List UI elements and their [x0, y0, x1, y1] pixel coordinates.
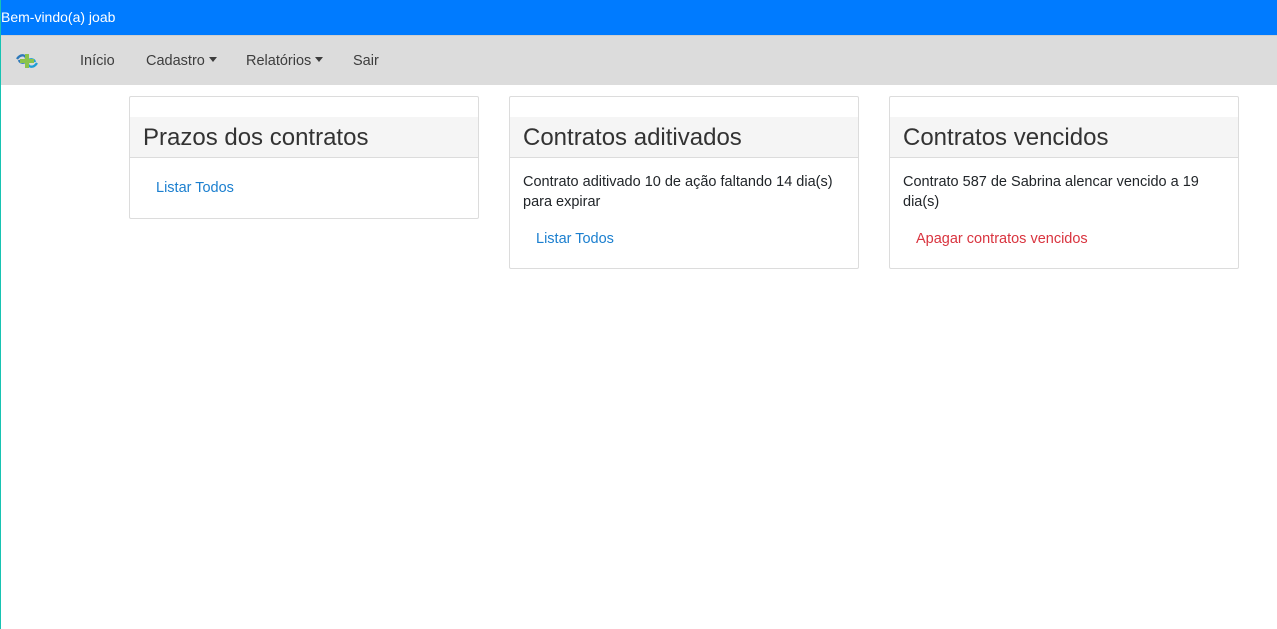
apagar-contratos-vencidos-link[interactable]: Apagar contratos vencidos [916, 229, 1088, 249]
card-message: Contrato 587 de Sabrina alencar vencido … [903, 174, 1199, 210]
card-body: Contrato 587 de Sabrina alencar vencido … [890, 158, 1238, 249]
card-prazos-contratos: Prazos dos contratos Listar Todos [129, 96, 479, 219]
card-body: Listar Todos [130, 158, 478, 198]
nav-cadastro-label: Cadastro [146, 53, 205, 69]
listar-todos-link[interactable]: Listar Todos [156, 178, 234, 198]
nav-cadastro-dropdown[interactable]: Cadastro [146, 36, 217, 86]
chevron-down-icon [208, 57, 217, 62]
card-title: Prazos dos contratos [130, 117, 478, 158]
card-body: Contrato aditivado 10 de ação faltando 1… [510, 158, 858, 249]
nav-relatorios-dropdown[interactable]: Relatórios [246, 36, 324, 86]
card-contratos-vencidos: Contratos vencidos Contrato 587 de Sabri… [889, 96, 1239, 269]
nav-inicio-label: Início [80, 53, 115, 69]
card-title: Contratos vencidos [890, 117, 1238, 158]
card-title: Contratos aditivados [510, 117, 858, 158]
navbar: Início Cadastro Relatórios Sair [1, 35, 1277, 85]
listar-todos-link[interactable]: Listar Todos [536, 229, 614, 249]
nav-sair[interactable]: Sair [353, 36, 379, 86]
app-logo-icon[interactable] [15, 51, 39, 71]
welcome-bar: Bem-vindo(a) joab [1, 0, 1277, 35]
card-message: Contrato aditivado 10 de ação faltando 1… [523, 174, 833, 210]
nav-inicio[interactable]: Início [80, 36, 115, 86]
nav-sair-label: Sair [353, 53, 379, 69]
nav-relatorios-label: Relatórios [246, 53, 312, 69]
welcome-text: Bem-vindo(a) joab [1, 9, 116, 25]
card-contratos-aditivados: Contratos aditivados Contrato aditivado … [509, 96, 859, 269]
chevron-down-icon [315, 57, 324, 62]
page: Bem-vindo(a) joab Início Cadastro Relató… [0, 0, 1277, 629]
